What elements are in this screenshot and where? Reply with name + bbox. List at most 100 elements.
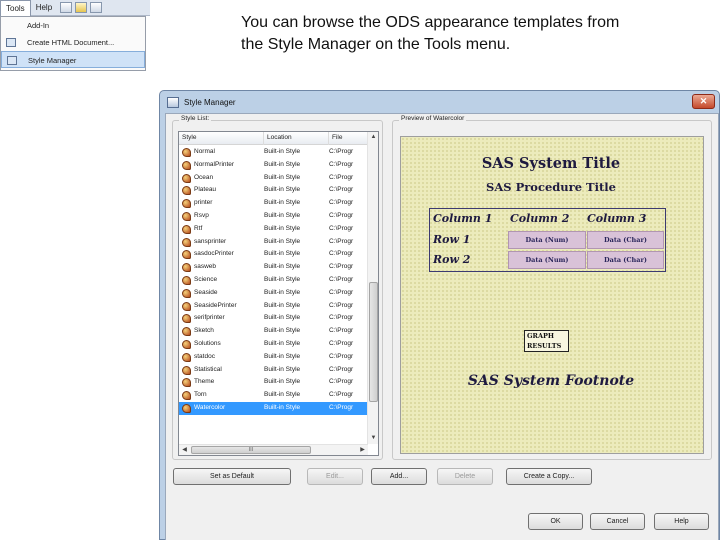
preview-row-2: Row 2: [433, 253, 471, 266]
menu-help[interactable]: Help: [31, 0, 57, 16]
menu-item-style-manager[interactable]: Style Manager: [1, 51, 145, 68]
style-file-cell: C:\Progr: [329, 250, 354, 258]
style-location-cell: Built-in Style: [264, 314, 301, 322]
scroll-down-icon[interactable]: ▼: [369, 434, 378, 443]
scroll-left-icon[interactable]: ◀: [180, 446, 189, 454]
style-list-row[interactable]: NormalPrinter Built-in Style C:\Progr: [179, 159, 368, 172]
style-list[interactable]: Style Location File Normal Built-in Style…: [178, 131, 379, 456]
style-name-cell: Statistical: [194, 365, 222, 373]
close-button[interactable]: ✕: [692, 94, 715, 109]
column-header-location[interactable]: Location: [264, 132, 329, 145]
preview-data-num: Data (Num): [508, 231, 586, 249]
style-list-row[interactable]: SeasidePrinter Built-in Style C:\Progr: [179, 300, 368, 313]
horizontal-scroll-thumb[interactable]: III: [191, 446, 311, 454]
horizontal-scrollbar[interactable]: ◀ III ▶: [179, 444, 368, 455]
style-file-cell: C:\Progr: [329, 378, 354, 386]
toolbar-new-icon[interactable]: [60, 2, 73, 13]
style-name-cell: Solutions: [194, 339, 221, 347]
preview-group: Preview of Watercolor SAS System Title S…: [392, 115, 712, 460]
graph-label-line2: RESULTS: [527, 342, 562, 350]
style-icon: [182, 403, 191, 413]
style-list-row[interactable]: Ocean Built-in Style C:\Progr: [179, 172, 368, 185]
style-location-cell: Built-in Style: [264, 275, 301, 283]
menu-item-add-in[interactable]: Add-In: [1, 17, 145, 34]
style-icon: [182, 288, 191, 298]
style-name-cell: Watercolor: [194, 403, 226, 411]
add-button[interactable]: Add...: [371, 468, 427, 485]
style-list-row[interactable]: serifprinter Built-in Style C:\Progr: [179, 312, 368, 325]
create-copy-button[interactable]: Create a Copy...: [506, 468, 592, 485]
style-icon: [182, 339, 191, 349]
style-list-row[interactable]: Torn Built-in Style C:\Progr: [179, 389, 368, 402]
style-file-cell: C:\Progr: [329, 160, 354, 168]
style-list-row[interactable]: Watercolor Built-in Style C:\Progr: [179, 401, 368, 415]
menu-item-create-html[interactable]: Create HTML Document...: [1, 34, 145, 51]
ok-button[interactable]: OK: [528, 513, 583, 530]
style-list-row[interactable]: Theme Built-in Style C:\Progr: [179, 376, 368, 389]
style-list-row[interactable]: Science Built-in Style C:\Progr: [179, 274, 368, 287]
style-list-row[interactable]: Normal Built-in Style C:\Progr: [179, 146, 368, 159]
style-name-cell: NormalPrinter: [194, 160, 235, 168]
style-list-row[interactable]: Sketch Built-in Style C:\Progr: [179, 325, 368, 338]
style-location-cell: Built-in Style: [264, 391, 301, 399]
vertical-scrollbar[interactable]: ▲ ▼: [367, 132, 378, 444]
help-button[interactable]: Help: [654, 513, 709, 530]
style-file-cell: C:\Progr: [329, 211, 354, 219]
cancel-button[interactable]: Cancel: [590, 513, 645, 530]
style-list-row[interactable]: Seaside Built-in Style C:\Progr: [179, 287, 368, 300]
style-file-cell: C:\Progr: [329, 148, 354, 155]
toolbar-open-folder-icon[interactable]: [75, 2, 88, 13]
toolbar-print-icon[interactable]: [90, 2, 103, 13]
menu-tools[interactable]: Tools: [0, 0, 31, 16]
menu-item-label: Style Manager: [28, 56, 77, 65]
style-file-cell: C:\Progr: [329, 339, 354, 347]
preview-subtitle: SAS Procedure Title: [486, 180, 616, 194]
style-preview: SAS System Title SAS Procedure Title Col…: [400, 136, 704, 454]
preview-row-1: Row 1: [433, 233, 471, 246]
style-location-cell: Built-in Style: [264, 148, 301, 155]
delete-button[interactable]: Delete: [437, 468, 493, 485]
column-header-file[interactable]: File: [329, 132, 368, 145]
scroll-up-icon[interactable]: ▲: [369, 133, 378, 142]
style-manager-window: Style Manager ✕ Style List: Style Locati…: [159, 90, 720, 540]
style-file-cell: C:\Progr: [329, 237, 354, 245]
edit-button[interactable]: Edit...: [307, 468, 363, 485]
window-client: Style List: Style Location File Normal Bu…: [165, 113, 719, 540]
style-location-cell: Built-in Style: [264, 199, 301, 207]
style-location-cell: Built-in Style: [264, 301, 301, 309]
style-list-row[interactable]: sasdocPrinter Built-in Style C:\Progr: [179, 248, 368, 261]
style-name-cell: Torn: [194, 391, 207, 399]
style-list-row[interactable]: Statistical Built-in Style C:\Progr: [179, 364, 368, 377]
style-file-cell: C:\Progr: [329, 403, 354, 411]
style-file-cell: C:\Progr: [329, 224, 354, 232]
style-icon: [182, 314, 191, 324]
style-icon: [182, 224, 191, 234]
style-list-row[interactable]: sansprinter Built-in Style C:\Progr: [179, 236, 368, 249]
preview-data-num: Data (Num): [508, 251, 586, 269]
style-icon: [182, 327, 191, 337]
style-icon: [182, 148, 191, 157]
style-name-cell: SeasidePrinter: [194, 301, 237, 309]
style-list-row[interactable]: printer Built-in Style C:\Progr: [179, 197, 368, 210]
slide-caption: You can browse the ODS appearance templa…: [241, 14, 620, 53]
style-list-row[interactable]: Rsvp Built-in Style C:\Progr: [179, 210, 368, 223]
style-location-cell: Built-in Style: [264, 403, 301, 411]
style-location-cell: Built-in Style: [264, 339, 301, 347]
preview-data-char: Data (Char): [587, 231, 664, 249]
column-header-style[interactable]: Style: [179, 132, 264, 145]
style-list-row[interactable]: Plateau Built-in Style C:\Progr: [179, 184, 368, 197]
style-location-cell: Built-in Style: [264, 250, 301, 258]
window-titlebar[interactable]: Style Manager ✕: [160, 91, 719, 113]
preview-data-char: Data (Char): [587, 251, 664, 269]
scroll-thumb[interactable]: [369, 282, 378, 402]
style-location-cell: Built-in Style: [264, 365, 301, 373]
style-list-row[interactable]: sasweb Built-in Style C:\Progr: [179, 261, 368, 274]
style-list-row[interactable]: Solutions Built-in Style C:\Progr: [179, 338, 368, 351]
style-name-cell: Science: [194, 275, 218, 283]
style-list-row[interactable]: Rtf Built-in Style C:\Progr: [179, 223, 368, 236]
scroll-right-icon[interactable]: ▶: [358, 446, 367, 454]
preview-footnote: SAS System Footnote: [467, 373, 635, 389]
style-list-row[interactable]: statdoc Built-in Style C:\Progr: [179, 351, 368, 364]
style-manager-icon: [7, 56, 17, 65]
set-as-default-button[interactable]: Set as Default: [173, 468, 291, 485]
